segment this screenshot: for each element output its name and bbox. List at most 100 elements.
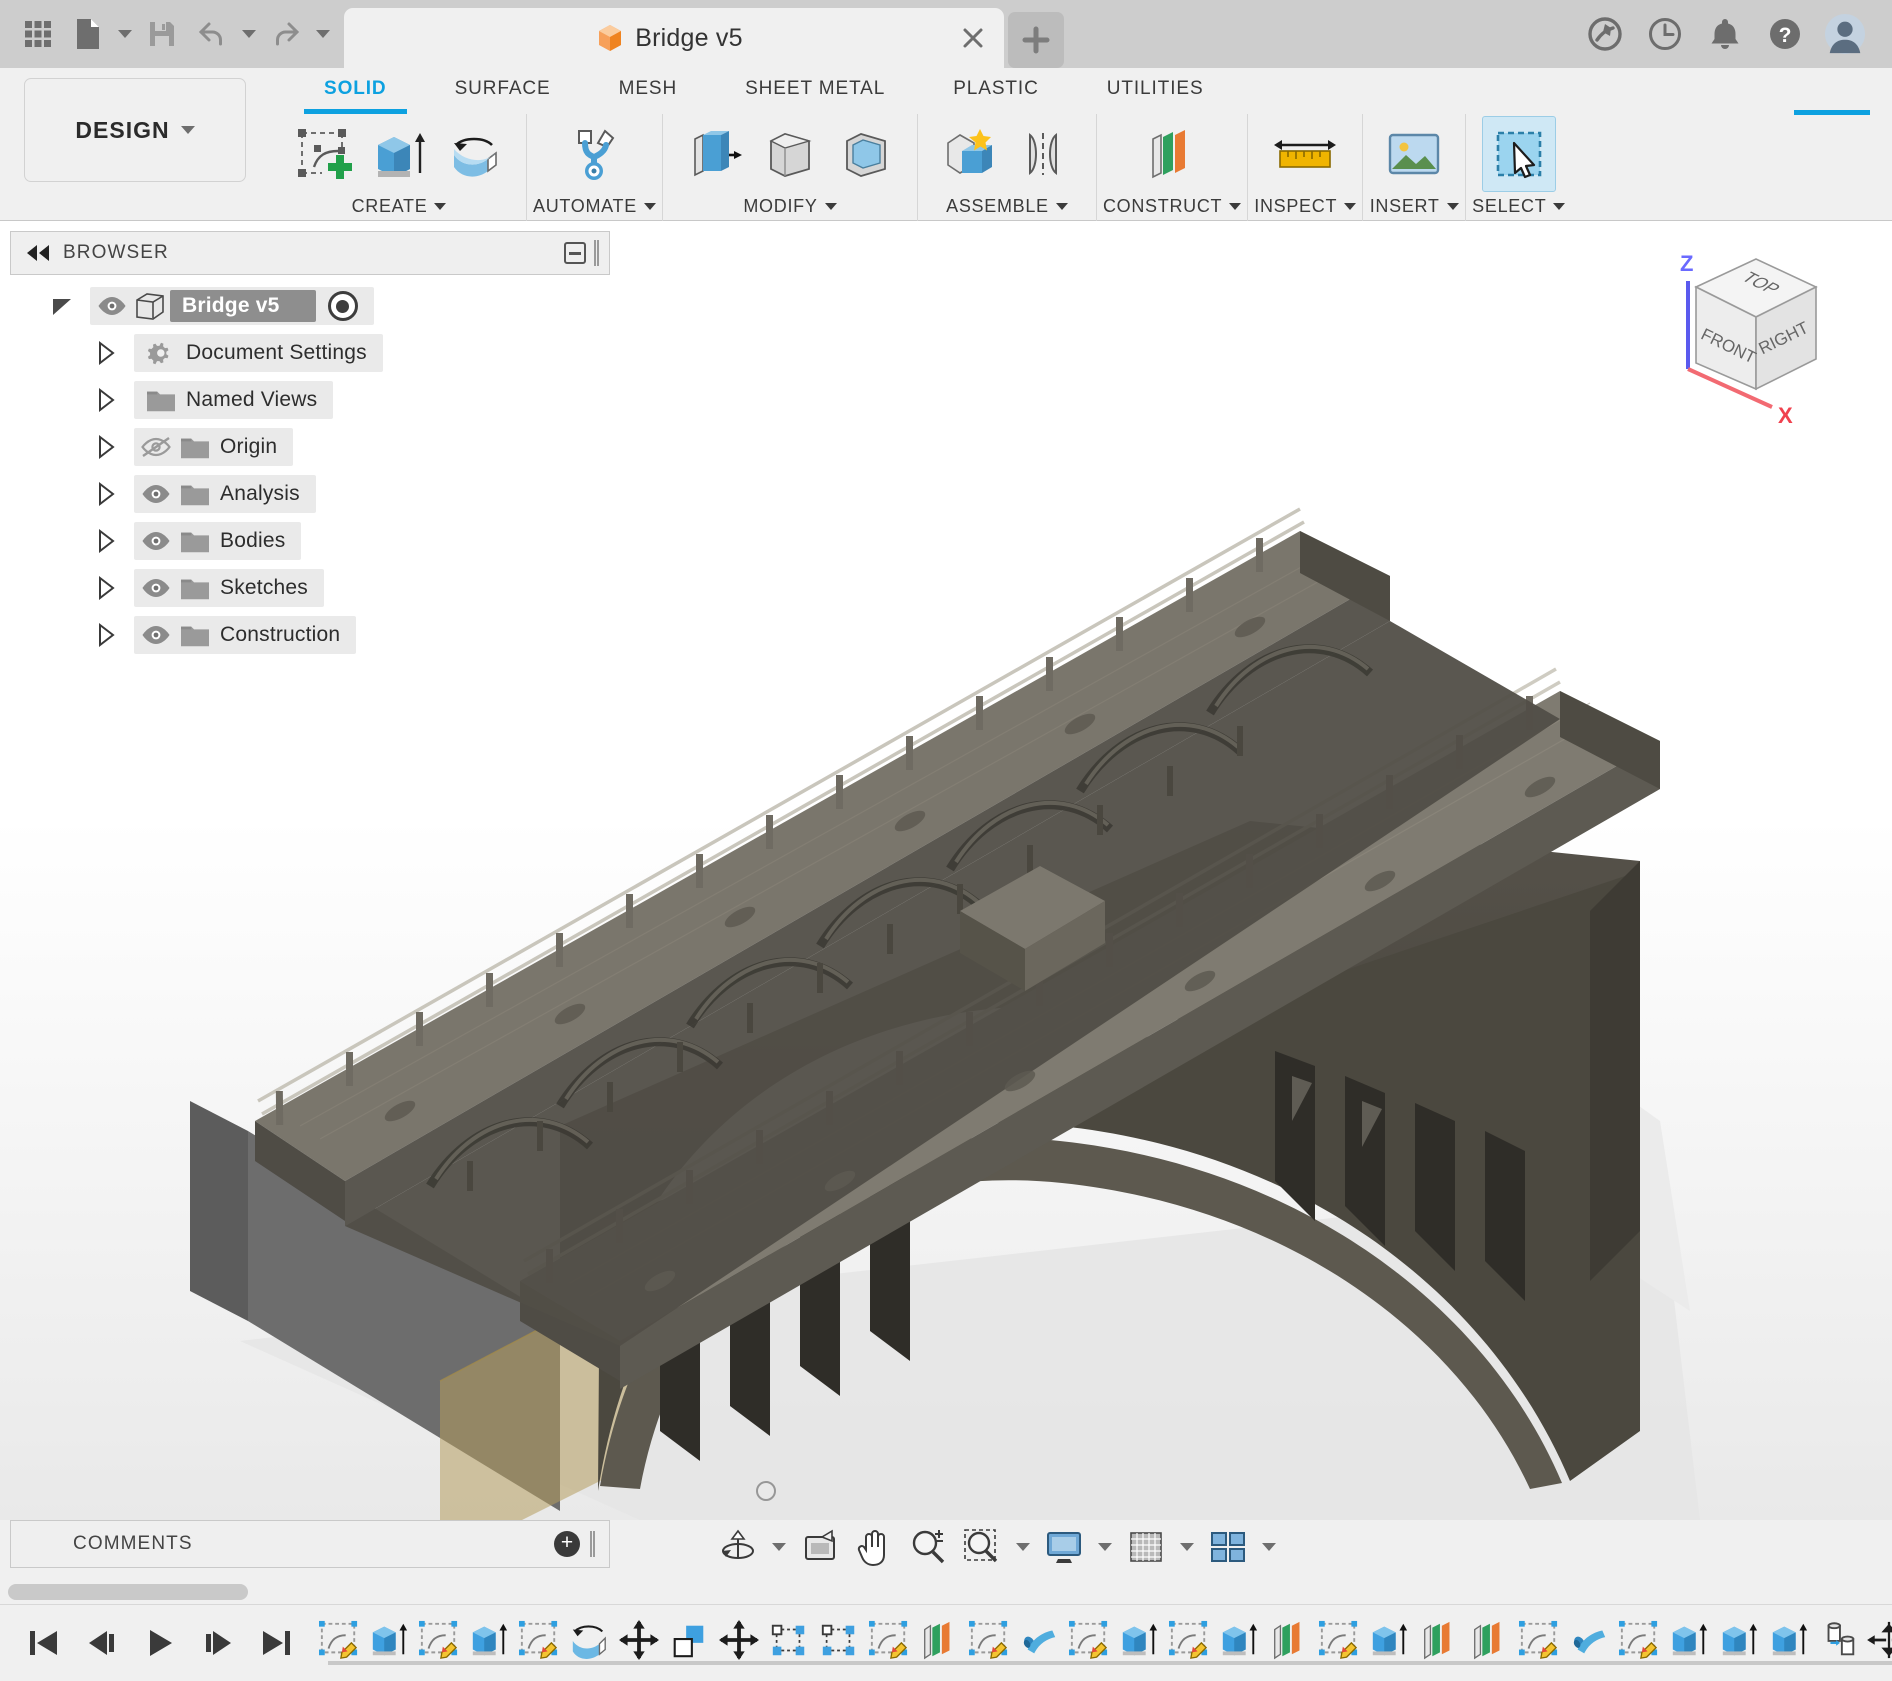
timeline-feature-rectangular-pattern[interactable] <box>814 1611 864 1669</box>
timeline-feature-sketch[interactable] <box>414 1611 464 1669</box>
timeline-feature-sweep[interactable] <box>1014 1611 1064 1669</box>
visibility-hidden-eye-icon[interactable] <box>134 428 178 466</box>
zoom-icon[interactable] <box>902 1523 954 1571</box>
go-to-beginning-button[interactable] <box>22 1621 66 1665</box>
file-dropdown-caret[interactable] <box>114 10 136 58</box>
timeline-feature-sketch[interactable] <box>1164 1611 1214 1669</box>
tab-solid[interactable]: SOLID <box>290 68 421 110</box>
viewport-canvas[interactable]: BROWSER <box>0 221 1892 1520</box>
display-dropdown-caret[interactable] <box>1092 1523 1118 1571</box>
minimize-icon[interactable] <box>564 242 586 264</box>
timeline-feature-move[interactable] <box>614 1611 664 1669</box>
expand-arrow-down-icon[interactable] <box>50 293 76 319</box>
go-to-end-button[interactable] <box>254 1621 298 1665</box>
timeline-feature-extrude[interactable] <box>1664 1611 1714 1669</box>
revolve-icon[interactable] <box>438 116 512 192</box>
timeline-feature-plane[interactable] <box>1414 1611 1464 1669</box>
timeline-feature-sketch[interactable] <box>1314 1611 1364 1669</box>
play-button[interactable] <box>138 1621 182 1665</box>
expand-arrow-right-icon[interactable] <box>96 388 118 412</box>
joint-icon[interactable] <box>1008 116 1082 192</box>
look-at-icon[interactable] <box>794 1523 846 1571</box>
zoom-window-icon[interactable] <box>956 1523 1008 1571</box>
notifications-bell-icon[interactable] <box>1704 13 1746 55</box>
visibility-eye-icon[interactable] <box>134 569 178 607</box>
tree-item-construction[interactable]: Construction <box>10 615 610 655</box>
new-component-icon[interactable] <box>932 116 1006 192</box>
expand-arrow-right-icon[interactable] <box>96 623 118 647</box>
shell-icon[interactable] <box>829 116 903 192</box>
timeline-feature-copy-paste[interactable] <box>1814 1611 1864 1669</box>
viewports-dropdown-caret[interactable] <box>1256 1523 1282 1571</box>
offset-plane-icon[interactable] <box>1135 116 1209 192</box>
redo-icon[interactable] <box>262 10 310 58</box>
tree-item-analysis[interactable]: Analysis <box>10 474 610 514</box>
tree-item-origin[interactable]: Origin <box>10 427 610 467</box>
timeline-feature-extrude[interactable] <box>464 1611 514 1669</box>
orbit-dropdown-caret[interactable] <box>766 1523 792 1571</box>
document-tab[interactable]: Bridge v5 <box>344 8 1004 68</box>
timeline-feature-plane[interactable] <box>1264 1611 1314 1669</box>
display-settings-icon[interactable] <box>1038 1523 1090 1571</box>
create-sketch-icon[interactable] <box>286 116 360 192</box>
timeline-feature-extrude[interactable] <box>364 1611 414 1669</box>
timeline-feature-revolve[interactable] <box>564 1611 614 1669</box>
activate-component-radio[interactable] <box>328 291 358 321</box>
timeline-feature-sweep[interactable] <box>1564 1611 1614 1669</box>
fillet-icon[interactable] <box>753 116 827 192</box>
extrude-icon[interactable] <box>362 116 436 192</box>
horizontal-scrollbar[interactable] <box>8 1584 748 1600</box>
press-pull-icon[interactable] <box>677 116 751 192</box>
tab-plastic[interactable]: PLASTIC <box>919 68 1073 110</box>
step-back-button[interactable] <box>80 1621 124 1665</box>
redo-dropdown-caret[interactable] <box>312 10 334 58</box>
timeline-feature-sketch[interactable] <box>1514 1611 1564 1669</box>
comments-panel[interactable]: COMMENTS + <box>10 1520 610 1568</box>
insert-mcmaster-icon[interactable] <box>1377 116 1451 192</box>
undo-dropdown-caret[interactable] <box>238 10 260 58</box>
ribbon-group-inspect-label[interactable]: INSPECT <box>1254 192 1356 221</box>
timeline-feature-extrude[interactable] <box>1364 1611 1414 1669</box>
timeline-feature-sketch[interactable] <box>514 1611 564 1669</box>
tab-surface[interactable]: SURFACE <box>421 68 585 110</box>
ribbon-group-assemble-label[interactable]: ASSEMBLE <box>946 192 1068 221</box>
timeline-feature-extrude[interactable] <box>1114 1611 1164 1669</box>
zoom-dropdown-caret[interactable] <box>1010 1523 1036 1571</box>
visibility-eye-icon[interactable] <box>134 475 178 513</box>
orbit-icon[interactable] <box>712 1523 764 1571</box>
timeline-feature-sketch[interactable] <box>1064 1611 1114 1669</box>
scrollbar-thumb[interactable] <box>8 1584 248 1600</box>
help-icon[interactable]: ? <box>1764 13 1806 55</box>
comments-resize-grip[interactable] <box>590 1531 595 1557</box>
workspace-switcher-button[interactable]: DESIGN <box>24 78 246 182</box>
ribbon-group-construct-label[interactable]: CONSTRUCT <box>1103 192 1241 221</box>
tree-item-document-settings[interactable]: Document Settings <box>10 333 610 373</box>
tree-item-bodies[interactable]: Bodies <box>10 521 610 561</box>
app-grid-icon[interactable] <box>14 10 62 58</box>
viewports-icon[interactable] <box>1202 1523 1254 1571</box>
extension-icon[interactable] <box>1584 13 1626 55</box>
expand-arrow-right-icon[interactable] <box>96 435 118 459</box>
tab-utilities[interactable]: UTILITIES <box>1073 68 1238 110</box>
timeline-feature-rectangular-pattern[interactable] <box>764 1611 814 1669</box>
timeline-feature-extrude[interactable] <box>1214 1611 1264 1669</box>
ribbon-group-create-label[interactable]: CREATE <box>352 192 447 221</box>
step-forward-button[interactable] <box>196 1621 240 1665</box>
expand-arrow-right-icon[interactable] <box>96 529 118 553</box>
pan-hand-icon[interactable] <box>848 1523 900 1571</box>
grid-snaps-icon[interactable] <box>1120 1523 1172 1571</box>
close-icon[interactable] <box>960 25 986 51</box>
ribbon-group-modify-label[interactable]: MODIFY <box>743 192 836 221</box>
add-comment-button[interactable]: + <box>554 1531 580 1557</box>
ribbon-group-automate-label[interactable]: AUTOMATE <box>533 192 656 221</box>
tree-item-sketches[interactable]: Sketches <box>10 568 610 608</box>
tree-item-bridge-v5[interactable]: Bridge v5 <box>10 286 610 326</box>
view-cube[interactable]: Z X TOP FRONT RIGHT <box>1656 239 1856 429</box>
expand-arrow-right-icon[interactable] <box>96 341 118 365</box>
user-avatar[interactable] <box>1824 13 1866 55</box>
timeline-feature-shell[interactable] <box>664 1611 714 1669</box>
timeline-feature-sketch[interactable] <box>864 1611 914 1669</box>
file-icon[interactable] <box>64 10 112 58</box>
tab-mesh[interactable]: MESH <box>585 68 712 110</box>
timeline-feature-mirror[interactable] <box>1864 1611 1892 1669</box>
